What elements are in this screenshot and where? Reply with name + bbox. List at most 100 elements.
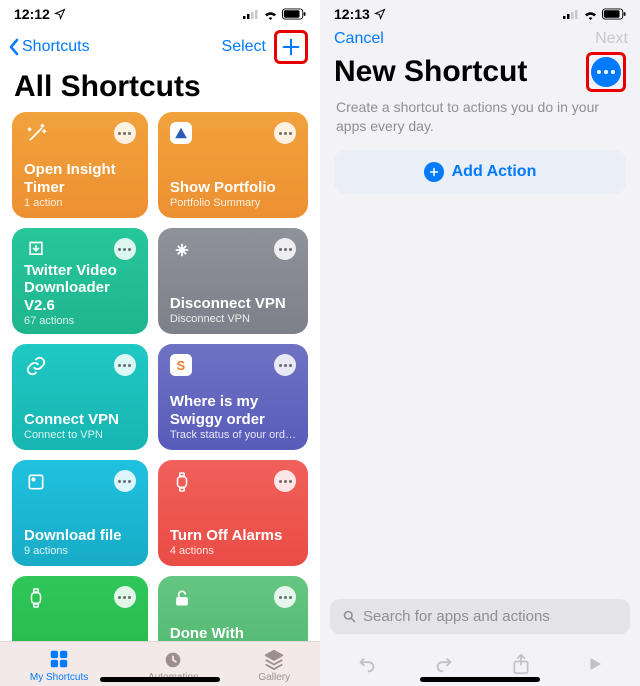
swiggy-icon: S <box>170 354 192 376</box>
battery-icon <box>602 8 626 20</box>
tab-bar: My Shortcuts Automation Gallery <box>0 641 320 686</box>
card-menu-button[interactable] <box>114 470 136 492</box>
card-title: Turn Off Alarms <box>170 527 296 544</box>
add-shortcut-button[interactable] <box>279 35 303 59</box>
shortcut-card[interactable]: Turn Off Alarms 4 actions <box>158 460 308 566</box>
disk-icon <box>24 470 48 494</box>
cellular-icon <box>243 9 259 19</box>
shortcut-card[interactable]: Show Portfolio Portfolio Summary <box>158 112 308 218</box>
editor-toolbar <box>320 638 640 686</box>
card-subtitle: Disconnect VPN <box>170 313 296 326</box>
cancel-button[interactable]: Cancel <box>328 30 384 48</box>
card-menu-button[interactable] <box>274 122 296 144</box>
watch-icon <box>24 586 48 610</box>
tab-my-shortcuts[interactable]: My Shortcuts <box>30 648 88 683</box>
battery-icon <box>282 8 306 20</box>
shortcut-card[interactable]: Twitter Video Downloader V2.6 67 actions <box>12 228 148 334</box>
card-title: Connect VPN <box>24 411 136 428</box>
link-icon <box>24 354 48 378</box>
status-icons <box>563 8 626 20</box>
options-button[interactable] <box>591 57 621 87</box>
card-menu-button[interactable] <box>114 354 136 376</box>
card-subtitle: 1 action <box>24 197 136 210</box>
card-menu-button[interactable] <box>274 354 296 376</box>
page-title: All Shortcuts <box>0 68 320 112</box>
card-title: Where is my Swiggy order <box>170 393 296 428</box>
status-icons <box>243 8 306 20</box>
redo-icon[interactable] <box>433 653 455 675</box>
add-action-label: Add Action <box>452 163 537 181</box>
watch-icon <box>170 470 194 494</box>
back-button[interactable]: Shortcuts <box>8 38 90 56</box>
shortcut-card[interactable]: Connect VPN Connect to VPN <box>12 344 148 450</box>
shortcut-card[interactable]: S Where is my Swiggy order Track status … <box>158 344 308 450</box>
card-title: Twitter Video Downloader V2.6 <box>24 262 136 314</box>
select-button[interactable]: Select <box>222 38 266 56</box>
shortcut-card[interactable]: Disconnect VPN Disconnect VPN <box>158 228 308 334</box>
share-icon[interactable] <box>511 652 531 676</box>
card-title: Disconnect VPN <box>170 295 296 312</box>
unlock-icon <box>170 586 194 610</box>
shortcut-card[interactable]: Download file 9 actions <box>12 460 148 566</box>
wifi-icon <box>263 9 278 20</box>
card-title: Open Insight Timer <box>24 161 136 196</box>
status-bar: 12:12 <box>0 0 320 24</box>
next-button[interactable]: Next <box>595 30 628 48</box>
highlight-plus <box>274 30 308 64</box>
card-title: Download file <box>24 527 136 544</box>
disconnect-icon <box>170 238 194 262</box>
stack-icon <box>263 648 285 670</box>
download-icon <box>24 238 48 262</box>
play-icon[interactable] <box>586 655 604 673</box>
tab-gallery[interactable]: Gallery <box>258 648 290 683</box>
shortcut-card[interactable]: Turn On Alarms 4 actions <box>12 576 148 641</box>
plus-icon <box>280 36 302 58</box>
card-subtitle: 9 actions <box>24 545 136 558</box>
phone-new-shortcut: 12:13 Cancel Next New Shortcut Create a … <box>320 0 640 686</box>
card-subtitle: 4 actions <box>170 545 296 558</box>
status-time: 12:13 <box>334 6 386 22</box>
home-indicator[interactable] <box>100 677 220 682</box>
card-subtitle: Track status of your ord… <box>170 429 296 442</box>
card-menu-button[interactable] <box>114 586 136 608</box>
tab-label: Gallery <box>258 672 290 683</box>
card-menu-button[interactable] <box>274 238 296 260</box>
card-title: Show Portfolio <box>170 179 296 196</box>
card-menu-button[interactable] <box>114 238 136 260</box>
tab-label: My Shortcuts <box>30 672 88 683</box>
highlight-ellipsis <box>586 52 626 92</box>
card-menu-button[interactable] <box>274 586 296 608</box>
card-subtitle: Portfolio Summary <box>170 197 296 210</box>
page-title: New Shortcut <box>334 55 527 89</box>
search-input[interactable]: Search for apps and actions <box>330 599 630 634</box>
card-menu-button[interactable] <box>114 122 136 144</box>
card-title: Done With Meeting <box>170 625 296 641</box>
search-placeholder: Search for apps and actions <box>363 608 550 625</box>
status-time: 12:12 <box>14 6 66 22</box>
wand-icon <box>24 122 48 146</box>
home-indicator[interactable] <box>420 677 540 682</box>
plus-circle-icon <box>424 162 444 182</box>
nav-bar: Cancel Next <box>320 24 640 52</box>
add-action-button[interactable]: Add Action <box>334 150 626 194</box>
card-subtitle: Connect to VPN <box>24 429 136 442</box>
description-text: Create a shortcut to actions you do in y… <box>320 98 640 150</box>
time-text: 12:13 <box>334 6 370 22</box>
time-text: 12:12 <box>14 6 50 22</box>
wifi-icon <box>583 9 598 20</box>
shortcut-card[interactable]: Done With Meeting 2 actions <box>158 576 308 641</box>
location-arrow-icon <box>374 8 386 20</box>
portfolio-icon <box>170 122 192 144</box>
card-menu-button[interactable] <box>274 470 296 492</box>
phone-all-shortcuts: 12:12 Shortcuts Select <box>0 0 320 686</box>
location-arrow-icon <box>54 8 66 20</box>
back-label: Shortcuts <box>22 38 90 56</box>
card-subtitle: 67 actions <box>24 315 136 328</box>
shortcut-card[interactable]: Open Insight Timer 1 action <box>12 112 148 218</box>
shortcuts-grid: Open Insight Timer 1 action Show Portfol… <box>0 112 320 641</box>
undo-icon[interactable] <box>356 653 378 675</box>
status-bar: 12:13 <box>320 0 640 24</box>
search-icon <box>342 609 357 624</box>
chevron-left-icon <box>8 38 20 56</box>
nav-bar: Shortcuts Select <box>0 24 320 68</box>
